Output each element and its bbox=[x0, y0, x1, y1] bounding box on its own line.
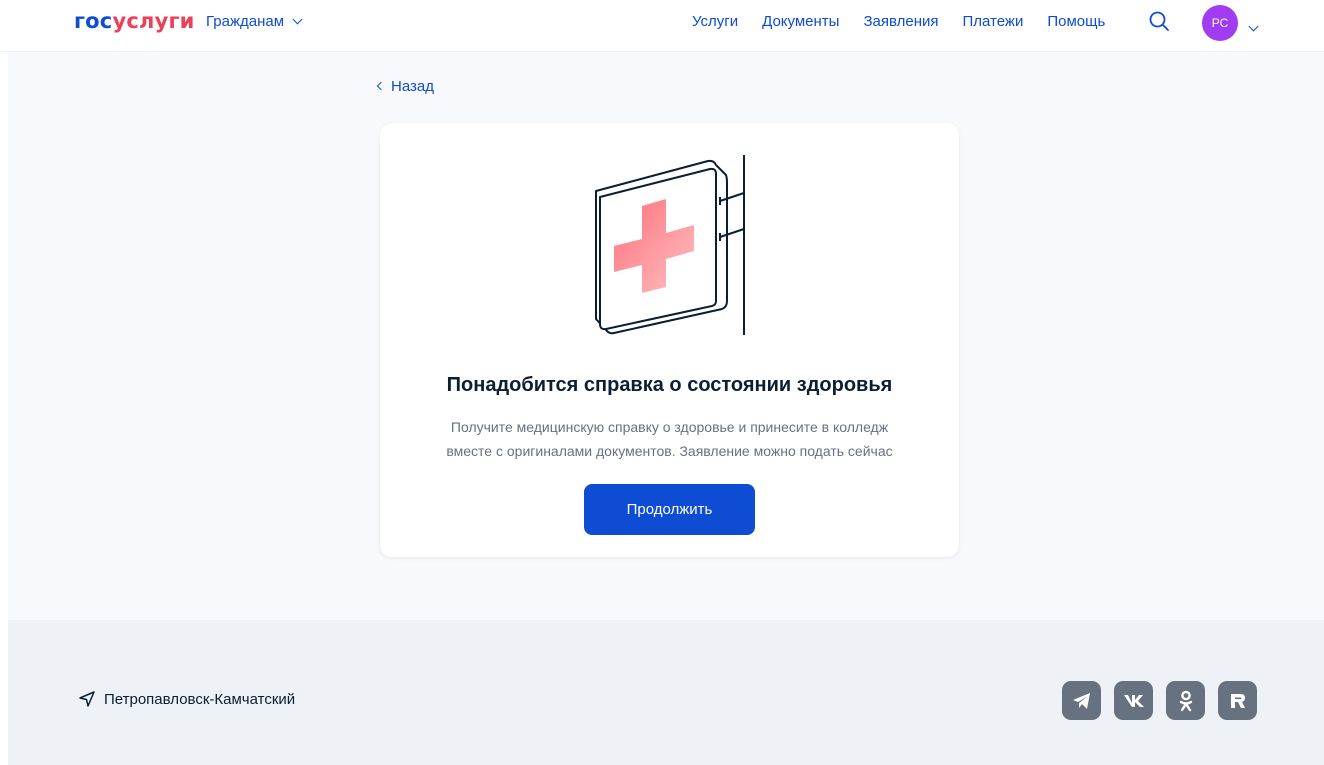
card-title: Понадобится справка о состоянии здоровья bbox=[446, 374, 893, 396]
vk-icon[interactable] bbox=[1114, 681, 1153, 720]
main-nav: Услуги Документы Заявления Платежи Помощ… bbox=[692, 13, 1129, 30]
nav-payments[interactable]: Платежи bbox=[963, 13, 1024, 30]
chevron-left-icon bbox=[376, 81, 386, 91]
card-description-line-1: Получите медицинскую справку о здоровье … bbox=[450, 419, 889, 435]
avatar[interactable]: РС bbox=[1202, 5, 1238, 41]
info-card: Понадобится справка о состоянии здоровья… bbox=[380, 123, 959, 557]
citizens-label: Гражданам bbox=[206, 13, 285, 30]
header: госуслуги Гражданам Услуги Документы Зая… bbox=[0, 0, 1324, 52]
avatar-chevron-down-icon[interactable] bbox=[1246, 17, 1259, 35]
telegram-icon[interactable] bbox=[1062, 681, 1101, 720]
footer: Петропавловск-Камчатский bbox=[8, 620, 1324, 765]
card-description: Получите медицинскую справку о здоровье … bbox=[410, 415, 929, 463]
back-link[interactable]: Назад bbox=[376, 78, 434, 95]
nav-services[interactable]: Услуги bbox=[692, 13, 738, 30]
ok-icon[interactable] bbox=[1166, 681, 1205, 720]
search-icon[interactable] bbox=[1148, 10, 1170, 32]
nav-help[interactable]: Помощь bbox=[1047, 13, 1105, 30]
avatar-initials: РС bbox=[1211, 16, 1229, 30]
rutube-icon[interactable] bbox=[1218, 681, 1257, 720]
nav-applications[interactable]: Заявления bbox=[863, 13, 938, 30]
main-content: Назад Понадобится справка о состоянии зд… bbox=[8, 52, 1324, 620]
first-aid-kit-illustration bbox=[595, 155, 745, 335]
location-selector[interactable]: Петропавловск-Камчатский bbox=[78, 690, 295, 708]
continue-button[interactable]: Продолжить bbox=[584, 484, 755, 535]
location-arrow-icon bbox=[79, 691, 95, 707]
chevron-down-icon bbox=[292, 14, 303, 25]
city-label: Петропавловск-Камчатский bbox=[104, 690, 296, 708]
nav-documents[interactable]: Документы bbox=[762, 13, 839, 30]
back-label: Назад bbox=[391, 78, 434, 95]
citizens-dropdown[interactable]: Гражданам bbox=[206, 13, 303, 30]
social-links bbox=[1062, 681, 1257, 720]
gosuslugi-logo[interactable]: госуслуги bbox=[74, 8, 195, 34]
card-description-line-2: вместе с оригиналами документов. Заявлен… bbox=[446, 443, 893, 459]
